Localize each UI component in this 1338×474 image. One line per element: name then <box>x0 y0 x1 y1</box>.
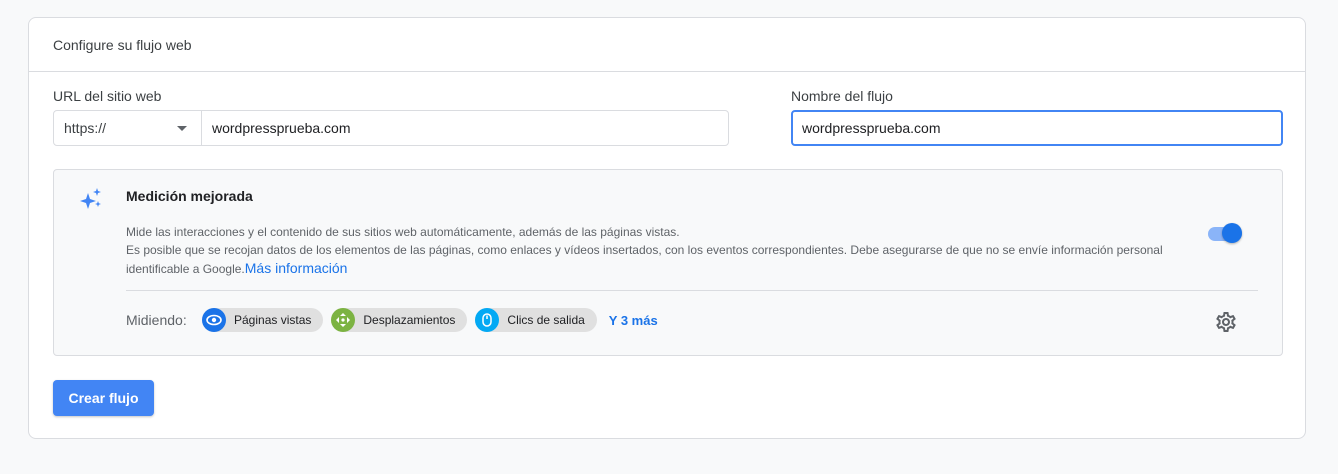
stream-setup-card: Configure su flujo web URL del sitio web… <box>28 17 1306 439</box>
chip-scrolls: Desplazamientos <box>331 308 468 332</box>
enhanced-measurement-toggle[interactable] <box>1206 222 1244 246</box>
description-line-1: Mide las interacciones y el contenido de… <box>126 225 680 239</box>
enhanced-measurement-panel: Medición mejorada Mide las interacciones… <box>53 169 1283 356</box>
gear-icon[interactable] <box>1214 310 1238 334</box>
enhanced-measurement-description: Mide las interacciones y el contenido de… <box>126 223 1206 278</box>
sparkle-icon <box>80 188 101 209</box>
more-events-link[interactable]: Y 3 más <box>609 313 658 328</box>
chip-outbound-clicks: Clics de salida <box>475 308 597 332</box>
toggle-knob <box>1222 223 1242 243</box>
mouse-icon <box>475 308 500 332</box>
measuring-label: Midiendo: <box>126 312 187 328</box>
measured-events-chips: Páginas vistas Desplazamientos Clics de … <box>202 308 658 332</box>
url-field-label: URL del sitio web <box>53 88 162 104</box>
chip-label: Clics de salida <box>507 313 585 327</box>
website-url-input[interactable] <box>202 111 728 145</box>
card-title: Configure su flujo web <box>29 18 1305 72</box>
eye-icon <box>202 308 226 332</box>
divider <box>126 290 1258 291</box>
stream-name-input[interactable] <box>791 110 1283 146</box>
chevron-down-icon <box>177 125 187 131</box>
chip-page-views: Páginas vistas <box>202 308 324 332</box>
scroll-icon <box>331 308 356 332</box>
protocol-value: https:// <box>64 120 107 136</box>
create-stream-button[interactable]: Crear flujo <box>53 380 154 416</box>
enhanced-measurement-title: Medición mejorada <box>126 188 253 204</box>
learn-more-link[interactable]: Más información <box>245 260 348 276</box>
protocol-select[interactable]: https:// <box>54 111 202 145</box>
chip-label: Páginas vistas <box>234 313 312 327</box>
chip-label: Desplazamientos <box>363 313 456 327</box>
stream-name-label: Nombre del flujo <box>791 88 893 104</box>
url-field-group: https:// <box>53 110 729 146</box>
